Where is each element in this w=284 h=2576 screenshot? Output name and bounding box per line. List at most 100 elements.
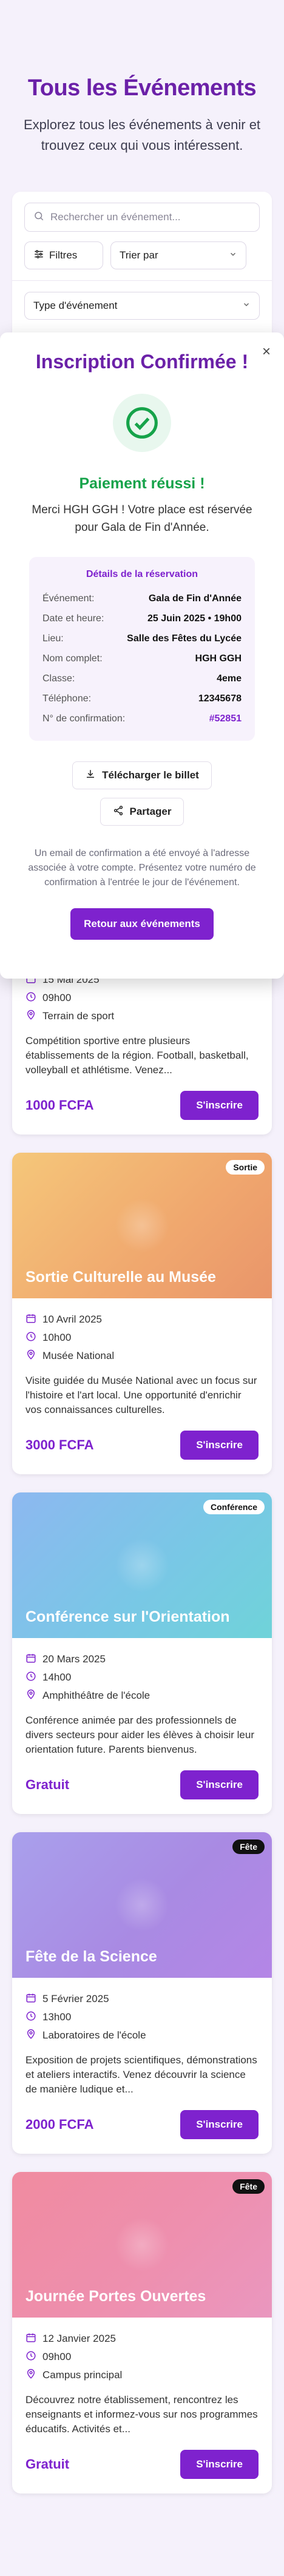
cover-decoration bbox=[115, 1198, 169, 1253]
register-button[interactable]: S'inscrire bbox=[180, 1091, 259, 1120]
detail-value: HGH GGH bbox=[195, 653, 242, 664]
register-button[interactable]: S'inscrire bbox=[180, 2450, 259, 2479]
chevron-down-icon bbox=[229, 249, 237, 261]
sliders-icon bbox=[33, 249, 44, 263]
detail-key: Lieu: bbox=[42, 633, 64, 644]
calendar-icon bbox=[25, 1992, 36, 2006]
event-card[interactable]: Sortie Sortie Culturelle au Musée 10 Avr… bbox=[12, 1153, 272, 1474]
page-title: Tous les Événements bbox=[27, 75, 257, 101]
detail-value: Salle des Fêtes du Lycée bbox=[127, 633, 242, 644]
share-label: Partager bbox=[129, 806, 172, 817]
modal-title: Inscription Confirmée ! bbox=[35, 351, 249, 373]
location-pin-icon bbox=[25, 1349, 36, 1363]
event-title: Journée Portes Ouvertes bbox=[25, 2288, 206, 2305]
event-title: Fête de la Science bbox=[25, 1948, 157, 1965]
event-place: Amphithéâtre de l'école bbox=[25, 1687, 259, 1705]
event-date-text: 5 Février 2025 bbox=[42, 1993, 109, 2004]
calendar-icon bbox=[25, 1653, 36, 1667]
event-card[interactable]: Conférence Conférence sur l'Orientation … bbox=[12, 1492, 272, 1814]
detail-value: 4eme bbox=[217, 673, 242, 684]
detail-row: Date et heure: 25 Juin 2025 • 19h00 bbox=[42, 609, 242, 629]
search-input[interactable] bbox=[50, 211, 251, 223]
detail-row: Lieu: Salle des Fêtes du Lycée bbox=[42, 629, 242, 649]
sort-select[interactable]: Trier par bbox=[110, 241, 246, 269]
event-description: Visite guidée du Musée National avec un … bbox=[25, 1375, 257, 1415]
event-time-text: 13h00 bbox=[42, 2011, 72, 2023]
success-check-icon bbox=[113, 394, 171, 452]
event-time-text: 10h00 bbox=[42, 1332, 72, 1343]
event-card[interactable]: Fête Fête de la Science 5 Février 2025 1… bbox=[12, 1832, 272, 2154]
event-price: 3000 FCFA bbox=[25, 1437, 94, 1452]
event-cover: Fête Fête de la Science bbox=[12, 1832, 272, 1978]
event-description: Découvrez notre établissement, rencontre… bbox=[25, 2394, 258, 2435]
event-time-text: 09h00 bbox=[42, 2351, 72, 2362]
confirmation-number: #52851 bbox=[209, 713, 242, 724]
register-button[interactable]: S'inscrire bbox=[180, 1770, 259, 1799]
divider bbox=[12, 280, 272, 281]
detail-key: Événement: bbox=[42, 593, 95, 604]
event-description: Exposition de projets scientifiques, dém… bbox=[25, 2054, 257, 2095]
close-icon[interactable]: × bbox=[262, 343, 271, 360]
event-type-badge: Fête bbox=[232, 2179, 265, 2194]
share-button[interactable]: Partager bbox=[100, 798, 184, 826]
detail-key: N° de confirmation: bbox=[42, 713, 126, 724]
event-card[interactable]: Fête Journée Portes Ouvertes 12 Janvier … bbox=[12, 2172, 272, 2493]
clock-icon bbox=[25, 2350, 36, 2364]
download-label: Télécharger le billet bbox=[102, 769, 199, 781]
event-type-badge: Fête bbox=[232, 1839, 265, 1854]
event-cover: Conférence Conférence sur l'Orientation bbox=[12, 1492, 272, 1638]
clock-icon bbox=[25, 2011, 36, 2025]
event-title: Sortie Culturelle au Musée bbox=[25, 1269, 216, 1286]
event-price: Gratuit bbox=[25, 1777, 70, 1792]
filters-panel: Filtres Trier par Type d'événement bbox=[12, 192, 272, 349]
detail-row: Classe: 4eme bbox=[42, 669, 242, 689]
detail-key: Nom complet: bbox=[42, 653, 103, 664]
event-date: 20 Mars 2025 bbox=[25, 1650, 259, 1668]
location-pin-icon bbox=[25, 1010, 36, 1023]
clock-icon bbox=[25, 1331, 36, 1345]
event-time: 14h00 bbox=[25, 1668, 259, 1687]
calendar-icon bbox=[25, 1313, 36, 1327]
register-button[interactable]: S'inscrire bbox=[180, 2110, 259, 2139]
event-date-text: 12 Janvier 2025 bbox=[42, 2333, 116, 2344]
download-icon bbox=[85, 769, 96, 783]
event-time: 09h00 bbox=[25, 2348, 259, 2366]
event-type-select[interactable]: Type d'événement bbox=[24, 292, 260, 320]
filters-button[interactable]: Filtres bbox=[24, 241, 103, 269]
event-date: 10 Avril 2025 bbox=[25, 1310, 259, 1329]
event-place: Terrain de sport bbox=[25, 1007, 259, 1025]
event-date-text: 10 Avril 2025 bbox=[42, 1313, 102, 1325]
event-type-badge: Sortie bbox=[226, 1160, 265, 1175]
detail-key: Téléphone: bbox=[42, 693, 92, 704]
detail-row: Téléphone: 12345678 bbox=[42, 689, 242, 709]
calendar-icon bbox=[25, 2332, 36, 2346]
details-title: Détails de la réservation bbox=[86, 569, 198, 579]
detail-row: Événement: Gala de Fin d'Année bbox=[42, 588, 242, 609]
event-date: 12 Janvier 2025 bbox=[25, 2330, 259, 2348]
register-button[interactable]: S'inscrire bbox=[180, 1431, 259, 1460]
event-time-text: 14h00 bbox=[42, 1671, 72, 1683]
download-ticket-button[interactable]: Télécharger le billet bbox=[72, 761, 212, 789]
page-subtitle: Explorez tous les événements à venir et … bbox=[23, 117, 261, 153]
clock-icon bbox=[25, 991, 36, 1005]
event-cover: Fête Journée Portes Ouvertes bbox=[12, 2172, 272, 2318]
detail-row: N° de confirmation: #52851 bbox=[42, 709, 242, 729]
sort-label: Trier par bbox=[120, 249, 158, 261]
event-time: 13h00 bbox=[25, 2008, 259, 2026]
events-page: Tous les Événements Explorez tous les év… bbox=[0, 0, 284, 2493]
filters-label: Filtres bbox=[49, 249, 78, 261]
event-card: 15 Mai 2025 09h00 Terrain de sport Compé… bbox=[12, 959, 272, 1135]
email-note: Un email de confirmation a été envoyé à … bbox=[28, 848, 256, 888]
cover-decoration bbox=[115, 1878, 169, 1932]
confirmation-modal: × Inscription Confirmée ! Paiement réuss… bbox=[0, 332, 284, 979]
back-to-events-button[interactable]: Retour aux événements bbox=[70, 908, 214, 940]
event-description: Conférence animée par des professionnels… bbox=[25, 1715, 255, 1755]
event-place: Laboratoires de l'école bbox=[25, 2026, 259, 2045]
event-price: Gratuit bbox=[25, 2456, 70, 2472]
cover-decoration bbox=[115, 1538, 169, 1593]
search-icon bbox=[33, 211, 44, 224]
detail-value: 25 Juin 2025 • 19h00 bbox=[147, 613, 242, 624]
location-pin-icon bbox=[25, 1689, 36, 1703]
detail-row: Nom complet: HGH GGH bbox=[42, 649, 242, 669]
event-date-text: 20 Mars 2025 bbox=[42, 1653, 106, 1665]
